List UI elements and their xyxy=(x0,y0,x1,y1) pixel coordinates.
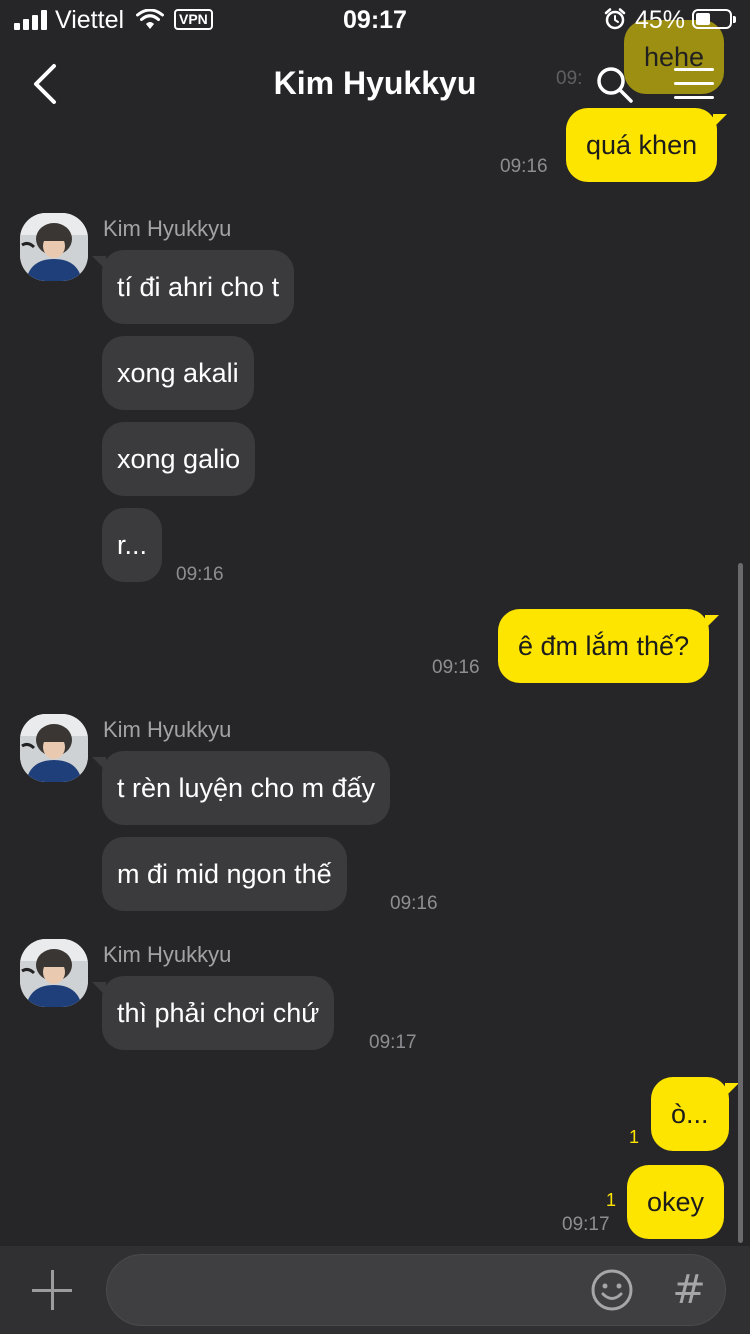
add-attachment-button[interactable] xyxy=(32,1270,72,1310)
battery-icon xyxy=(692,9,736,29)
scrollbar[interactable] xyxy=(738,563,743,1243)
sender-name: Kim Hyukkyu xyxy=(103,942,232,967)
chat-title: Kim Hyukkyu xyxy=(273,65,477,101)
message-bubble-incoming[interactable]: m đi mid ngon thế xyxy=(102,837,347,911)
message-timestamp: 09:17 xyxy=(369,1032,417,1053)
avatar[interactable] xyxy=(20,939,88,1007)
sender-name: Kim Hyukkyu xyxy=(103,216,232,241)
emoji-icon[interactable] xyxy=(589,1267,635,1313)
message-timestamp: 09:16 xyxy=(390,893,438,914)
message-bubble-outgoing[interactable]: ê đm lắm thế? xyxy=(498,609,720,683)
message-bubble-incoming[interactable]: thì phải chơi chứ xyxy=(91,976,335,1050)
message-bubble-incoming[interactable]: tí đi ahri cho t xyxy=(91,250,295,324)
avatar[interactable] xyxy=(20,213,88,281)
message-input[interactable] xyxy=(131,1255,581,1325)
input-bar: # xyxy=(0,1246,750,1334)
profile-photo-icon xyxy=(20,213,88,281)
message-timestamp: 09:16 xyxy=(500,156,548,177)
search-icon[interactable] xyxy=(594,64,634,104)
message-bubble-outgoing[interactable]: ò... xyxy=(651,1077,739,1151)
alarm-icon xyxy=(604,8,626,30)
avatar[interactable] xyxy=(20,714,88,782)
profile-photo-icon xyxy=(20,939,88,1007)
message-bubble-incoming[interactable]: xong akali xyxy=(102,336,254,410)
message-bubble-incoming[interactable]: t rèn luyện cho m đấy xyxy=(91,751,391,825)
message-timestamp: 09:17 xyxy=(562,1214,610,1235)
profile-photo-icon xyxy=(20,714,88,782)
message-bubble-incoming[interactable]: r... xyxy=(102,508,163,582)
message-list[interactable]: hehe 09: quá khen 09:16 Kim Hyukkyu tí đ… xyxy=(0,0,750,1245)
message-timestamp: 09:16 xyxy=(176,564,224,585)
message-input-field[interactable]: # xyxy=(106,1254,726,1326)
chat-header: Kim Hyukkyu xyxy=(0,40,750,130)
message-bubble-outgoing[interactable]: okey xyxy=(627,1165,725,1239)
unread-count: 1 xyxy=(629,1127,640,1147)
message-timestamp: 09:16 xyxy=(432,657,480,678)
menu-icon[interactable] xyxy=(674,68,714,100)
battery-percent: 45% xyxy=(635,6,686,34)
hash-button[interactable]: # xyxy=(669,1265,709,1315)
message-bubble-incoming[interactable]: xong galio xyxy=(102,422,256,496)
status-bar: Viettel VPN 09:17 45% xyxy=(0,0,750,40)
unread-count: 1 xyxy=(606,1190,617,1210)
sender-name: Kim Hyukkyu xyxy=(103,717,232,742)
